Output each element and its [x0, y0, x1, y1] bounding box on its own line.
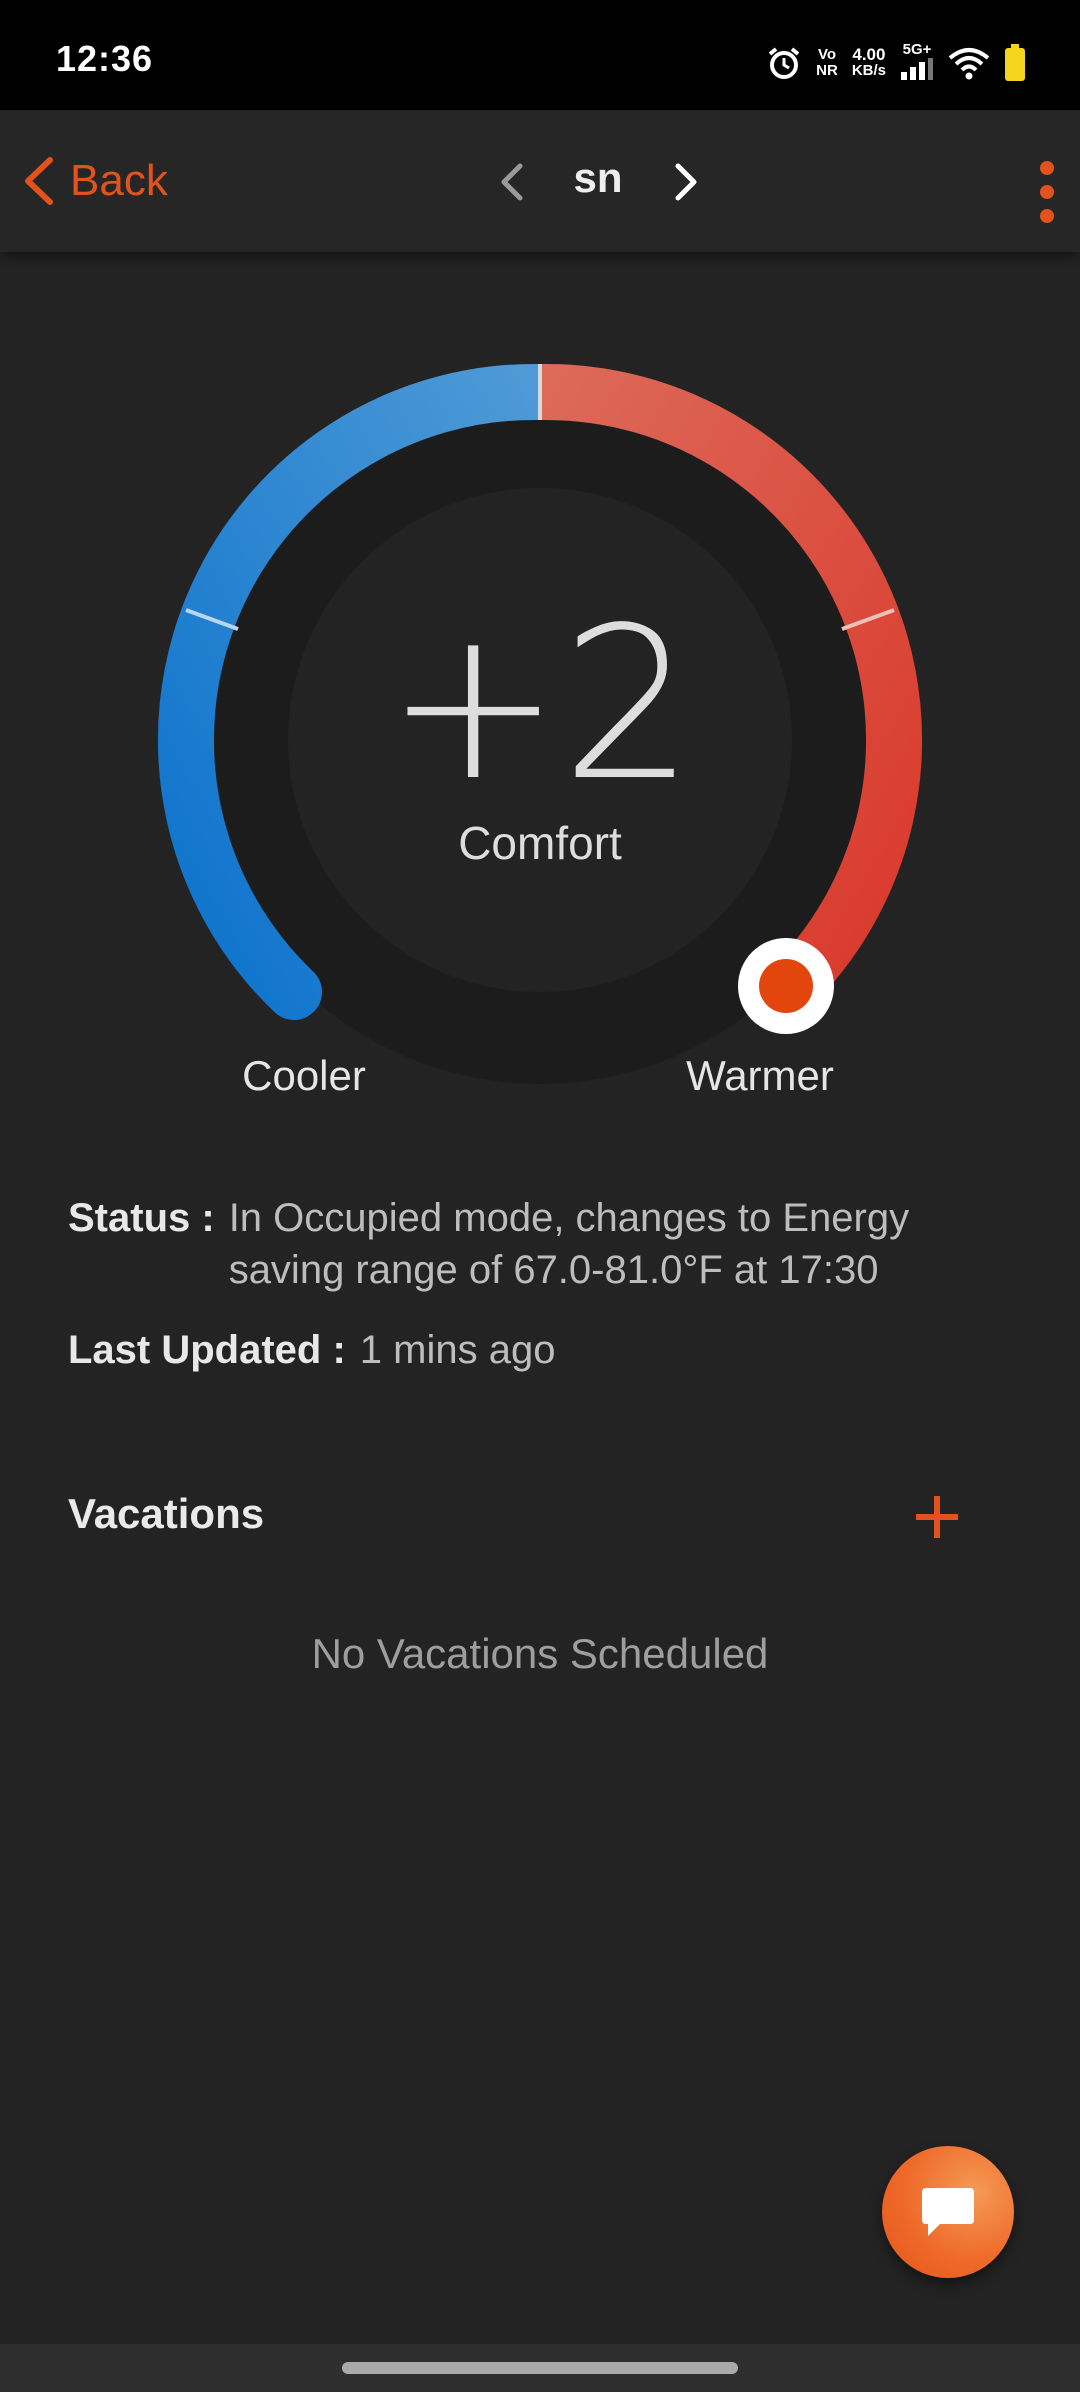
network-indicator: Vo NR — [816, 47, 838, 79]
thermostat-screen: 12:36 Vo NR 4.00 KB/s 5G+ Back sn +2 Com… — [0, 0, 1080, 2392]
network-bottom: NR — [816, 62, 838, 79]
speed-top: 4.00 — [852, 45, 886, 64]
signal-indicator: 5G+ — [900, 42, 934, 84]
battery-icon — [1005, 44, 1025, 81]
vacations-empty-message: No Vacations Scheduled — [311, 1630, 769, 1677]
status-row: Status : In Occupied mode, changes to En… — [68, 1192, 1028, 1296]
wifi-icon — [948, 48, 990, 80]
chat-icon — [922, 2188, 974, 2236]
speed-bottom: KB/s — [851, 62, 886, 79]
back-label: Back — [70, 156, 168, 205]
warmer-label: Warmer — [686, 1052, 834, 1099]
comfort-dial: +2 Comfort Cooler Warmer — [0, 252, 1080, 1132]
comfort-value: +2 — [385, 582, 695, 827]
status-text: In Occupied mode, changes to Energy savi… — [228, 1196, 910, 1292]
comfort-mode-label: Comfort — [458, 817, 622, 869]
network-top: Vo — [817, 46, 836, 63]
status-label: Status : — [68, 1196, 215, 1240]
previous-device-button[interactable] — [494, 160, 530, 204]
status-icons: Vo NR 4.00 KB/s 5G+ — [766, 40, 1026, 86]
next-device-button[interactable] — [668, 160, 704, 204]
status-info: Status : In Occupied mode, changes to En… — [68, 1192, 1028, 1376]
last-updated-value: 1 mins ago — [359, 1328, 556, 1372]
more-options-button[interactable] — [1032, 152, 1062, 232]
device-title: sn — [573, 154, 623, 201]
signal-icon — [901, 58, 933, 80]
back-button[interactable]: Back — [20, 148, 168, 214]
chevron-left-icon — [25, 157, 53, 205]
alarm-icon — [768, 47, 800, 79]
speed-indicator: 4.00 KB/s — [851, 45, 886, 79]
signal-label: 5G+ — [902, 41, 932, 58]
status-time: 12:36 — [56, 38, 154, 79]
chat-button[interactable] — [882, 2146, 1014, 2278]
dial-thumb[interactable] — [738, 938, 834, 1034]
plus-icon — [916, 1496, 958, 1538]
vacations-title: Vacations — [68, 1490, 265, 1537]
last-updated-label: Last Updated : — [68, 1328, 346, 1372]
gesture-navigation-bar — [0, 2344, 1080, 2392]
last-updated-row: Last Updated : 1 mins ago — [68, 1324, 1028, 1376]
add-vacation-button[interactable] — [912, 1492, 962, 1542]
top-app-bar: Back sn — [0, 110, 1080, 252]
status-bar: 12:36 Vo NR 4.00 KB/s 5G+ — [0, 0, 1080, 110]
cooler-label: Cooler — [242, 1052, 366, 1099]
home-gesture-handle[interactable] — [342, 2362, 738, 2374]
